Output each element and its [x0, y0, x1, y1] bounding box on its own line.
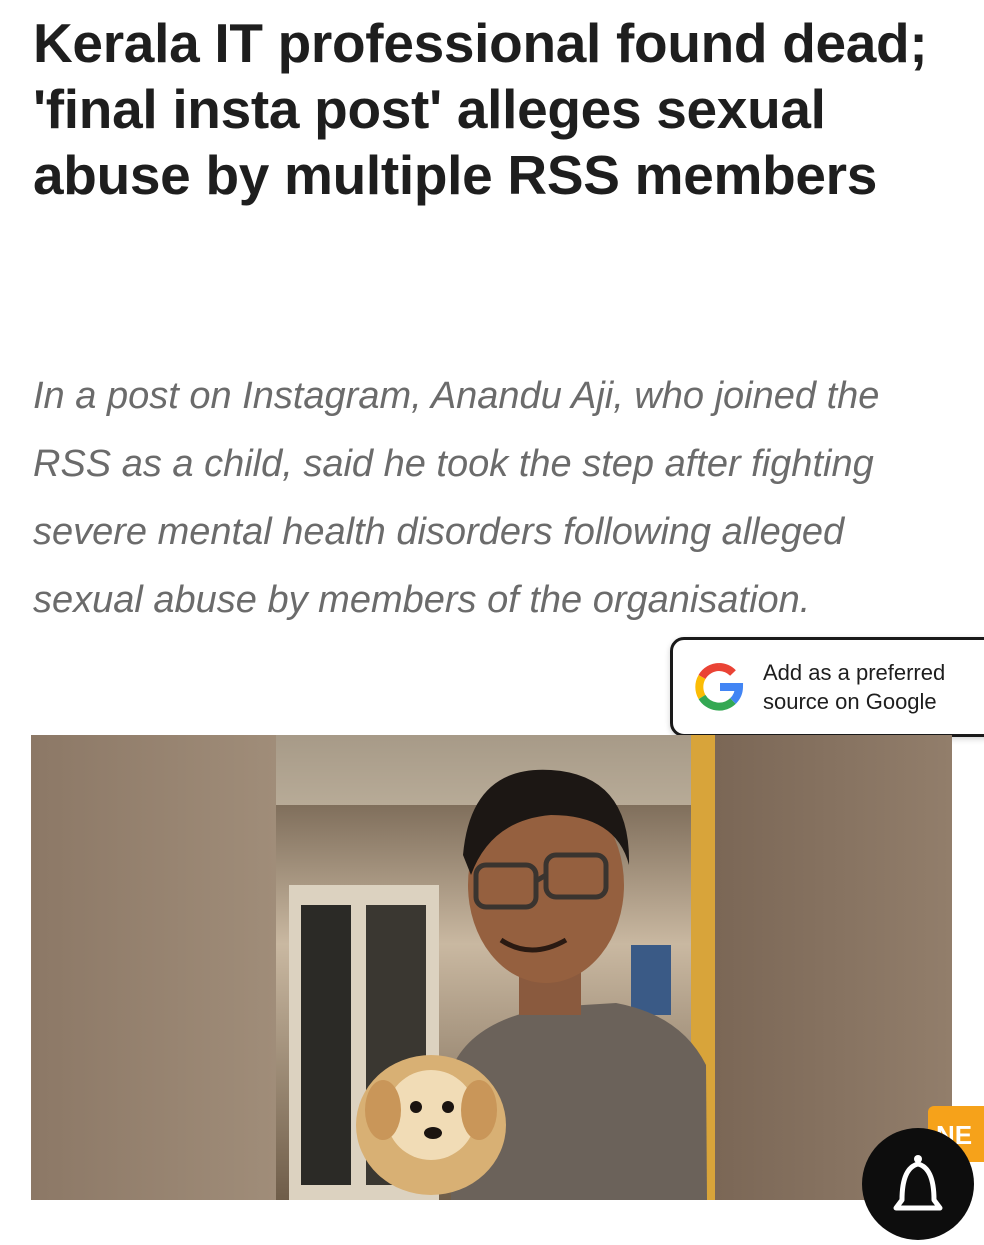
bell-icon [893, 1155, 943, 1211]
google-g-icon [695, 663, 744, 711]
article-photo [31, 735, 952, 1200]
cta-line-2: source on Google [763, 689, 937, 714]
preferred-source-label: Add as a preferred source on Google [763, 658, 983, 716]
add-preferred-source-button[interactable]: Add as a preferred source on Google [670, 637, 984, 737]
notification-button[interactable] [862, 1128, 974, 1240]
photo-illustration [31, 735, 952, 1200]
cta-line-1: Add as a preferred [763, 660, 946, 685]
article-summary: In a post on Instagram, Anandu Aji, who … [33, 375, 880, 621]
article-headline: Kerala IT professional found dead; 'fina… [33, 12, 928, 206]
